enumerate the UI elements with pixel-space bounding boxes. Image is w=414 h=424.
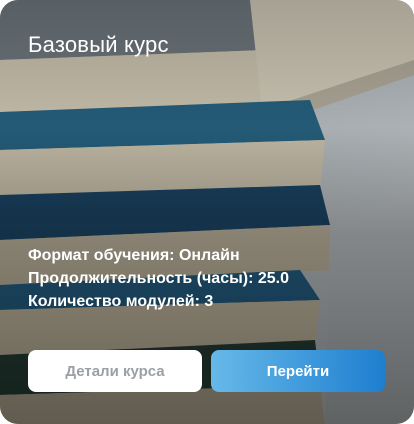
course-card: Базовый курс Формат обучения: Онлайн Про… xyxy=(0,0,414,424)
course-details: Формат обучения: Онлайн Продолжительност… xyxy=(28,244,289,313)
course-title: Базовый курс xyxy=(28,32,169,57)
go-button[interactable]: Перейти xyxy=(211,350,385,392)
course-format: Формат обучения: Онлайн xyxy=(28,247,240,264)
course-duration: Продолжительность (часы): 25.0 xyxy=(28,270,290,287)
course-details-button[interactable]: Детали курса xyxy=(28,350,202,392)
course-modules-count: Количество модулей: 3 xyxy=(28,293,214,310)
